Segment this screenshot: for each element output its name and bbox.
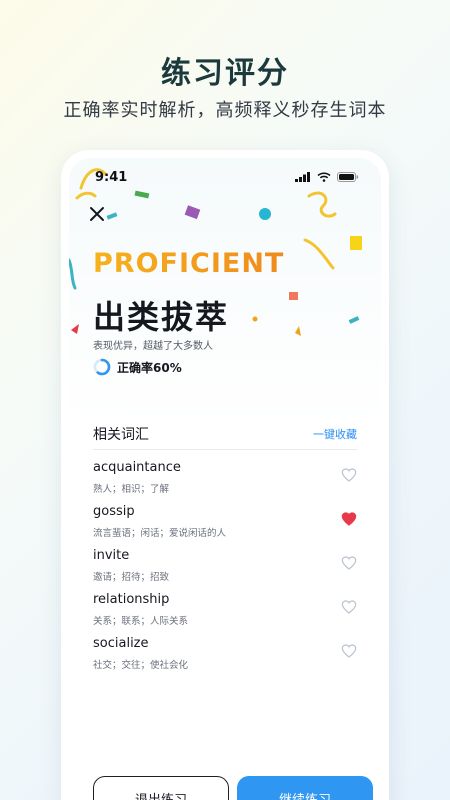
promo-subtitle: 正确率实时解析，高频释义秒存生词本	[63, 100, 387, 121]
accuracy-indicator: 正确率60%	[93, 358, 182, 376]
related-words-title: 相关词汇	[93, 427, 149, 443]
level-description: 表现优异，超越了大多数人	[93, 341, 213, 352]
heart-filled-icon[interactable]	[341, 511, 357, 527]
word-list-item[interactable]: invite 邀请；招待；招致	[93, 546, 357, 590]
collect-all-link[interactable]: 一键收藏	[313, 426, 357, 442]
battery-icon	[337, 172, 359, 182]
word-meaning: 熟人；相识；了解	[93, 484, 170, 495]
level-title-zh: 出类拔萃	[93, 298, 230, 336]
close-icon[interactable]	[85, 202, 109, 226]
accuracy-label: 正确率60%	[117, 360, 182, 375]
word-list: acquaintance 熟人；相识；了解 gossip 流言蜚语；闲话；爱说闲话的人…	[93, 458, 357, 678]
continue-practice-button[interactable]: 继续练习	[237, 776, 373, 800]
word-list-item[interactable]: acquaintance 熟人；相识；了解	[93, 458, 357, 502]
result-screen: 9:41 PROFICIENT 出类拔萃 表现优异，超越了大多数人 正确率60%…	[69, 158, 381, 800]
promo-title: 练习评分	[161, 56, 289, 91]
heart-outline-icon[interactable]	[341, 599, 357, 615]
heart-outline-icon[interactable]	[341, 643, 357, 659]
status-time: 9:41	[95, 170, 128, 185]
word-meaning: 社交；交往；使社会化	[93, 660, 189, 671]
word-meaning: 邀请；招待；招致	[93, 572, 170, 583]
word-list-item[interactable]: gossip 流言蜚语；闲话；爱说闲话的人	[93, 502, 357, 546]
word-text: invite	[93, 548, 130, 563]
signal-icon	[295, 172, 310, 182]
word-meaning: 流言蜚语；闲话；爱说闲话的人	[93, 528, 227, 539]
level-title-en: PROFICIENT	[93, 248, 285, 279]
accuracy-ring-icon	[93, 358, 111, 376]
word-text: socialize	[93, 636, 149, 651]
wifi-icon	[317, 172, 331, 182]
word-list-item[interactable]: relationship 关系；联系；人际关系	[93, 590, 357, 634]
word-text: acquaintance	[93, 460, 181, 475]
word-list-item[interactable]: socialize 社交；交往；使社会化	[93, 634, 357, 678]
heart-outline-icon[interactable]	[341, 467, 357, 483]
heart-outline-icon[interactable]	[341, 555, 357, 571]
word-text: gossip	[93, 504, 135, 519]
word-text: relationship	[93, 592, 170, 607]
related-words-header: 相关词汇 一键收藏	[93, 420, 357, 450]
word-meaning: 关系；联系；人际关系	[93, 616, 189, 627]
status-bar: 9:41	[69, 168, 381, 188]
status-icons	[295, 172, 359, 182]
exit-practice-button[interactable]: 退出练习	[93, 776, 229, 800]
phone-frame: 9:41 PROFICIENT 出类拔萃 表现优异，超越了大多数人 正确率60%…	[61, 150, 389, 800]
